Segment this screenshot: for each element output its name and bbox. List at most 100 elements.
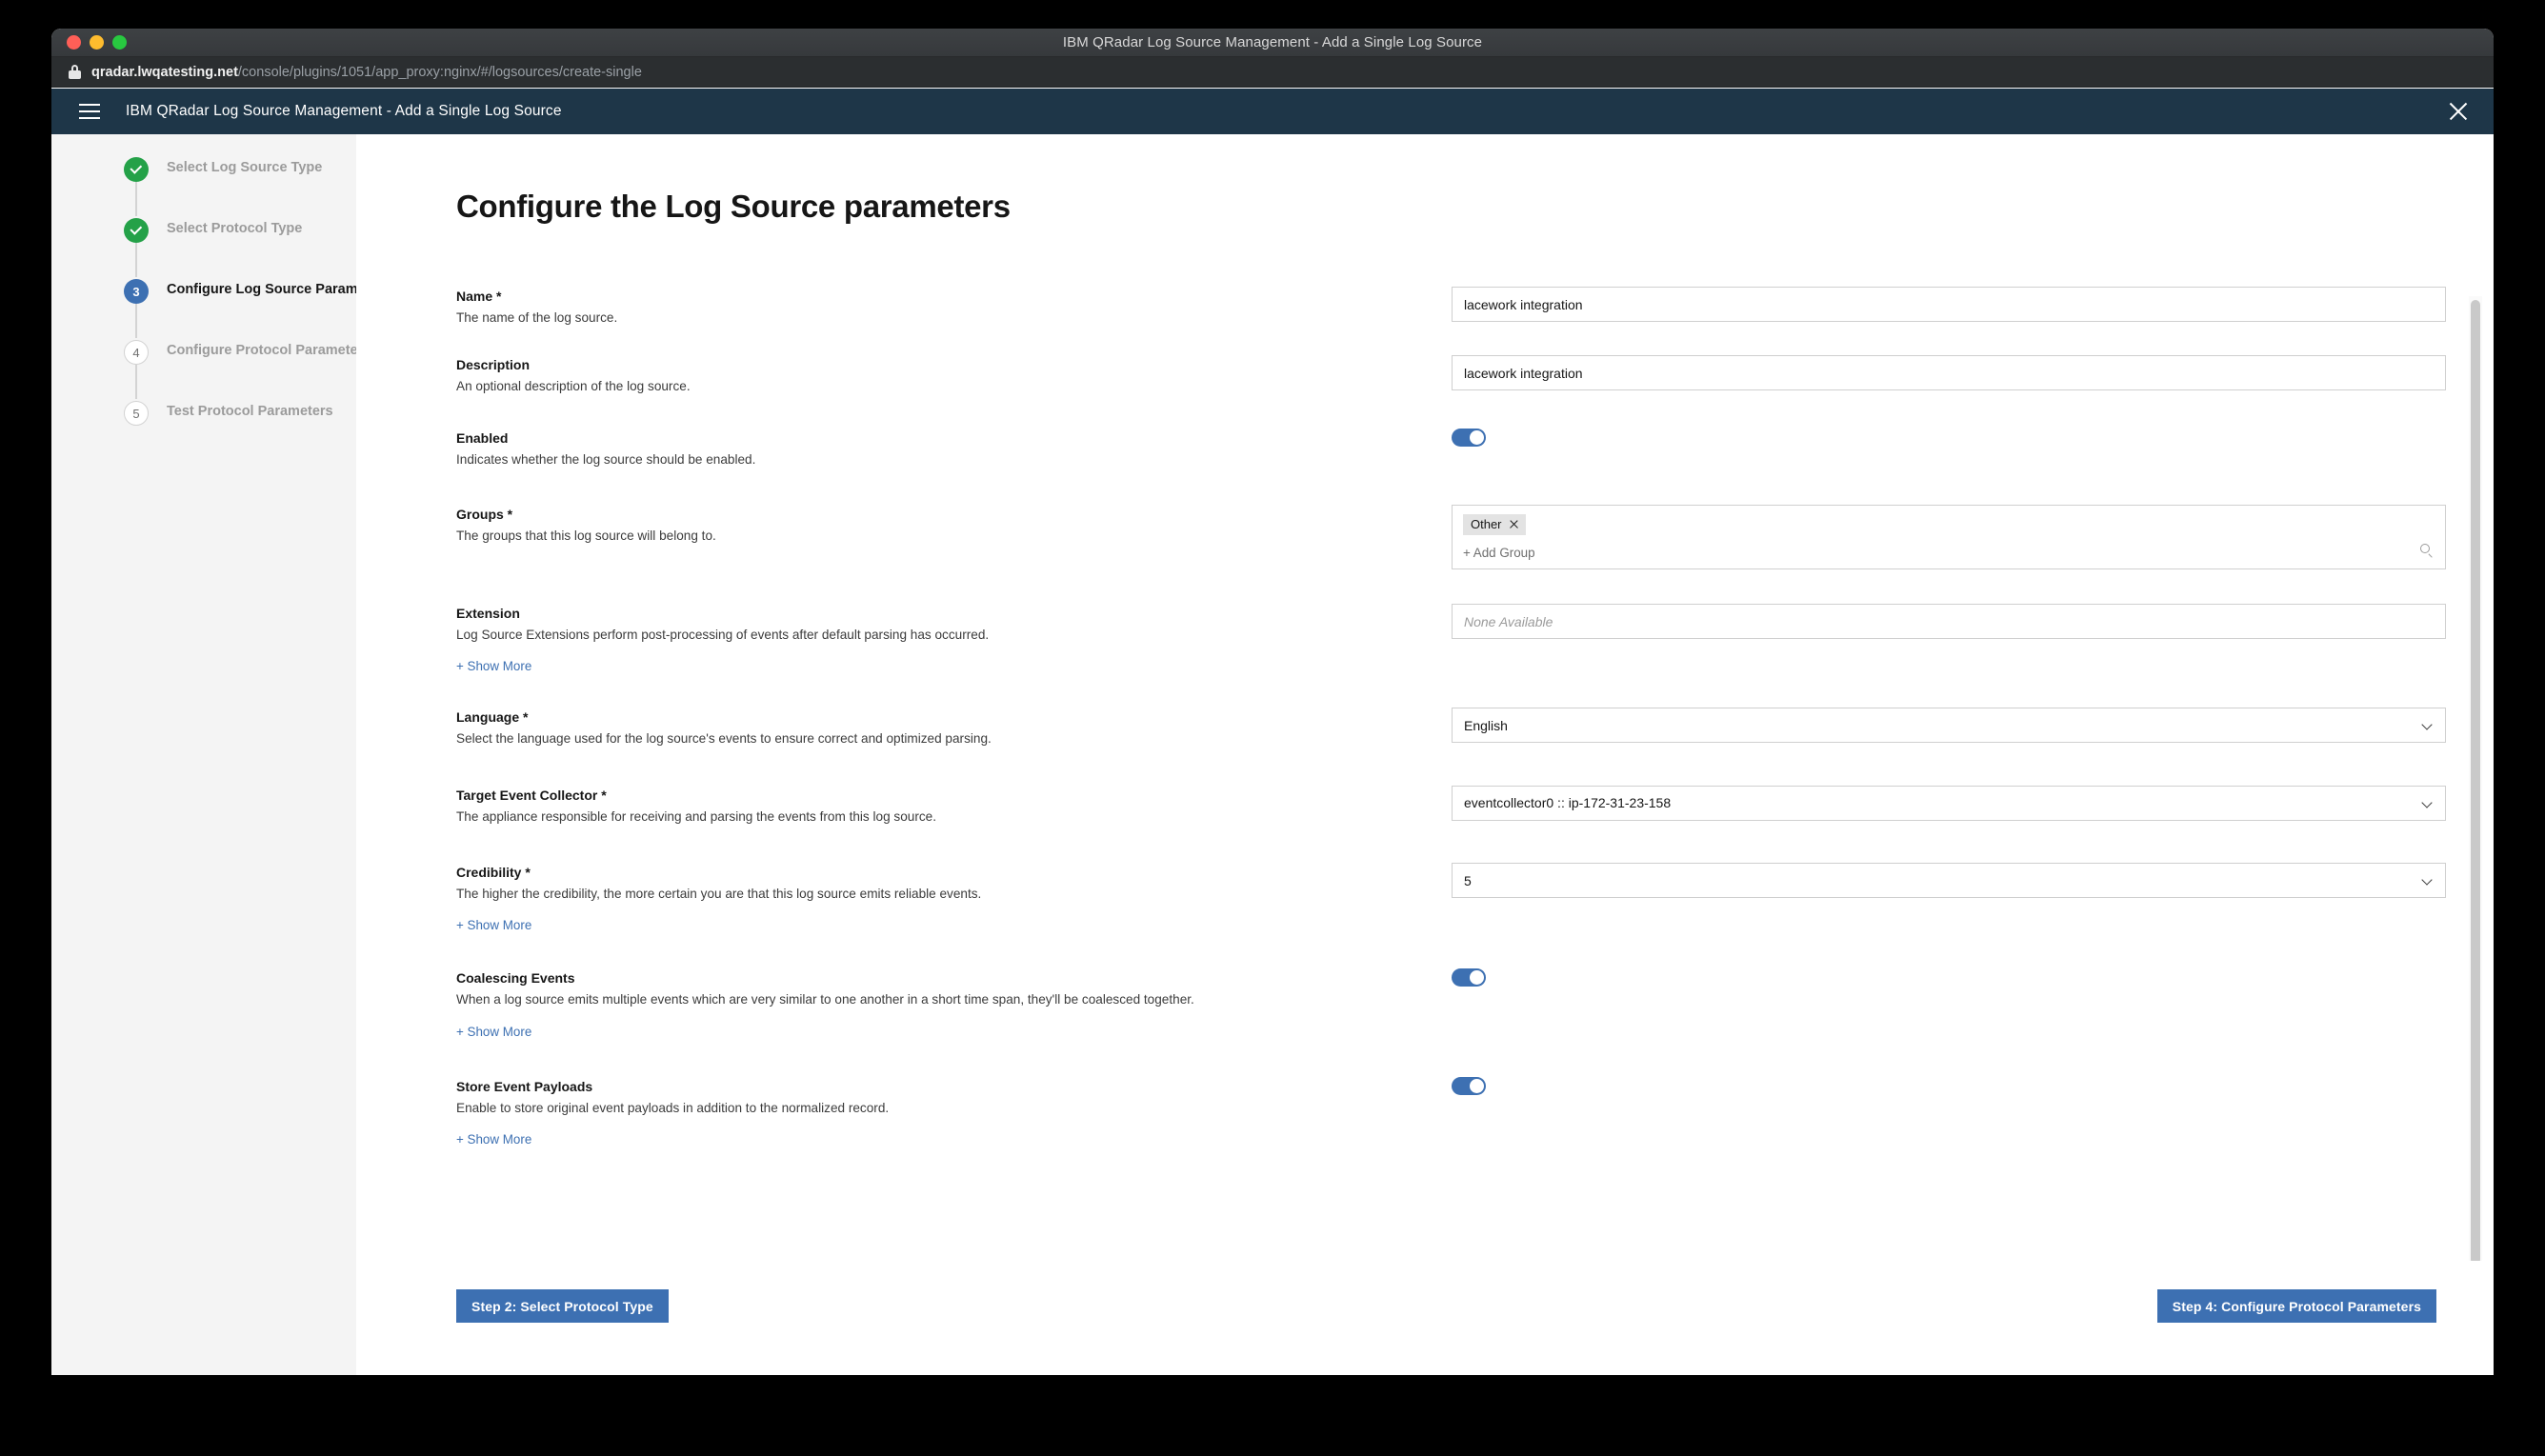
- browser-window: IBM QRadar Log Source Management - Add a…: [51, 29, 2494, 1375]
- field-row-store-event-payloads: Store Event Payloads Enable to store ori…: [356, 1076, 2494, 1148]
- field-label-block: Name * The name of the log source.: [456, 287, 1452, 327]
- app-title: IBM QRadar Log Source Management - Add a…: [126, 103, 562, 119]
- field-row-enabled: Enabled Indicates whether the log source…: [356, 428, 2494, 469]
- form-scroll-region: Name * The name of the log source. Descr…: [356, 287, 2494, 1261]
- field-label-block: Groups * The groups that this log source…: [456, 505, 1452, 545]
- enabled-description: Indicates whether the log source should …: [456, 451, 756, 467]
- form-scrollbar[interactable]: [2469, 296, 2482, 1268]
- maximize-window-icon[interactable]: [112, 35, 127, 50]
- field-control-block: 5: [1452, 863, 2446, 899]
- credibility-description: The higher the credibility, the more cer…: [456, 887, 982, 902]
- credibility-select[interactable]: 5: [1452, 863, 2446, 899]
- field-control-block: [1452, 428, 2446, 447]
- store-event-payloads-label: Store Event Payloads: [456, 1078, 593, 1094]
- store-event-payloads-toggle[interactable]: [1452, 1076, 1486, 1095]
- extension-input[interactable]: [1452, 604, 2446, 640]
- step-item-select-protocol-type[interactable]: Select Protocol Type: [51, 216, 356, 277]
- step-item-test-protocol-parameters[interactable]: 5 Test Protocol Parameters: [51, 399, 356, 460]
- url-text: qradar.lwqatesting.net/console/plugins/1…: [91, 65, 642, 80]
- step-item-select-log-source-type[interactable]: Select Log Source Type: [51, 155, 356, 216]
- credibility-selected-value: 5: [1464, 872, 1472, 888]
- coalescing-events-label: Coalescing Events: [456, 970, 575, 987]
- language-select[interactable]: English: [1452, 708, 2446, 744]
- app-body: Select Log Source Type Select Protocol T…: [51, 134, 2494, 1375]
- field-label-block: Store Event Payloads Enable to store ori…: [456, 1077, 1452, 1148]
- name-input[interactable]: [1452, 287, 2446, 322]
- step-2-check-icon: [124, 218, 149, 243]
- step-item-configure-protocol-parameters[interactable]: 4 Configure Protocol Parameters: [51, 338, 371, 399]
- coalescing-events-show-more-link[interactable]: + Show More: [456, 1025, 531, 1039]
- field-label-block: Description An optional description of t…: [456, 355, 1452, 395]
- field-row-coalescing-events: Coalescing Events When a log source emit…: [356, 968, 2494, 1040]
- menu-icon[interactable]: [67, 89, 112, 134]
- step-label: Configure Protocol Parameters: [167, 343, 371, 358]
- field-control-block: Other + Add Group: [1452, 505, 2446, 570]
- store-event-payloads-show-more-link[interactable]: + Show More: [456, 1132, 531, 1147]
- step-4-number: 4: [124, 340, 149, 365]
- credibility-label: Credibility *: [456, 865, 531, 881]
- field-row-groups: Groups * The groups that this log source…: [356, 505, 2494, 570]
- remove-group-icon[interactable]: [1509, 520, 1518, 529]
- step-connector: [135, 365, 137, 399]
- field-label-block: Enabled Indicates whether the log source…: [456, 429, 1452, 469]
- field-label-block: Extension Log Source Extensions perform …: [456, 604, 1452, 675]
- target-event-collector-description: The appliance responsible for receiving …: [456, 808, 937, 824]
- target-event-collector-selected-value: eventcollector0 :: ip-172-31-23-158: [1464, 795, 1672, 811]
- log-source-form: Name * The name of the log source. Descr…: [356, 287, 2494, 1148]
- coalescing-events-description: When a log source emits multiple events …: [456, 992, 1194, 1007]
- lock-icon: [69, 65, 81, 79]
- page-title: Configure the Log Source parameters: [456, 189, 1011, 224]
- add-group-button[interactable]: + Add Group: [1463, 546, 2435, 560]
- step-1-check-icon: [124, 157, 149, 182]
- qradar-app: IBM QRadar Log Source Management - Add a…: [51, 89, 2494, 1375]
- app-header: IBM QRadar Log Source Management - Add a…: [51, 89, 2494, 134]
- previous-step-button[interactable]: Step 2: Select Protocol Type: [456, 1289, 669, 1323]
- step-item-configure-log-source-parameters[interactable]: 3 Configure Log Source Parameters: [51, 277, 391, 338]
- groups-label: Groups *: [456, 507, 513, 523]
- coalescing-events-toggle[interactable]: [1452, 968, 1486, 987]
- browser-urlbar[interactable]: qradar.lwqatesting.net/console/plugins/1…: [51, 57, 2494, 88]
- credibility-show-more-link[interactable]: + Show More: [456, 918, 531, 932]
- step-3-number: 3: [124, 279, 149, 304]
- window-title: IBM QRadar Log Source Management - Add a…: [1062, 34, 1483, 50]
- minimize-window-icon[interactable]: [90, 35, 104, 50]
- next-step-button[interactable]: Step 4: Configure Protocol Parameters: [2156, 1289, 2436, 1323]
- extension-show-more-link[interactable]: + Show More: [456, 659, 531, 673]
- language-selected-value: English: [1464, 717, 1508, 733]
- target-event-collector-label: Target Event Collector *: [456, 787, 607, 803]
- form-scrollbar-thumb[interactable]: [2471, 300, 2480, 1265]
- step-connector: [135, 243, 137, 277]
- close-window-icon[interactable]: [67, 35, 81, 50]
- step-5-number: 5: [124, 401, 149, 426]
- language-description: Select the language used for the log sou…: [456, 731, 992, 747]
- field-label-block: Target Event Collector * The appliance r…: [456, 786, 1452, 826]
- field-control-block: [1452, 604, 2446, 640]
- field-label-block: Coalescing Events When a log source emit…: [456, 968, 1452, 1040]
- groups-description: The groups that this log source will bel…: [456, 529, 716, 544]
- chevron-down-icon: [2423, 876, 2432, 885]
- url-host: qradar.lwqatesting.net: [91, 64, 238, 80]
- group-tag-label: Other: [1471, 517, 1502, 532]
- description-input[interactable]: [1452, 355, 2446, 391]
- target-event-collector-select[interactable]: eventcollector0 :: ip-172-31-23-158: [1452, 785, 2446, 821]
- step-rail: Select Log Source Type Select Protocol T…: [51, 134, 391, 1375]
- field-row-language: Language * Select the language used for …: [356, 708, 2494, 748]
- close-icon[interactable]: [2444, 97, 2473, 126]
- field-label-block: Credibility * The higher the credibility…: [456, 863, 1452, 934]
- chevron-down-icon: [2423, 799, 2432, 808]
- description-description: An optional description of the log sourc…: [456, 379, 691, 394]
- chevron-down-icon: [2423, 721, 2432, 729]
- name-label: Name *: [456, 289, 502, 304]
- field-control-block: [1452, 355, 2446, 391]
- step-connector: [135, 304, 137, 338]
- field-control-block: [1452, 968, 2446, 987]
- language-label: Language *: [456, 709, 529, 726]
- groups-multiselect[interactable]: Other + Add Group: [1452, 505, 2446, 570]
- description-label: Description: [456, 357, 531, 373]
- group-tag-other[interactable]: Other: [1463, 514, 1526, 536]
- field-row-credibility: Credibility * The higher the credibility…: [356, 863, 2494, 934]
- field-control-block: eventcollector0 :: ip-172-31-23-158: [1452, 785, 2446, 821]
- step-label: Test Protocol Parameters: [167, 404, 333, 419]
- enabled-toggle[interactable]: [1452, 428, 1486, 447]
- search-icon[interactable]: [2420, 544, 2433, 558]
